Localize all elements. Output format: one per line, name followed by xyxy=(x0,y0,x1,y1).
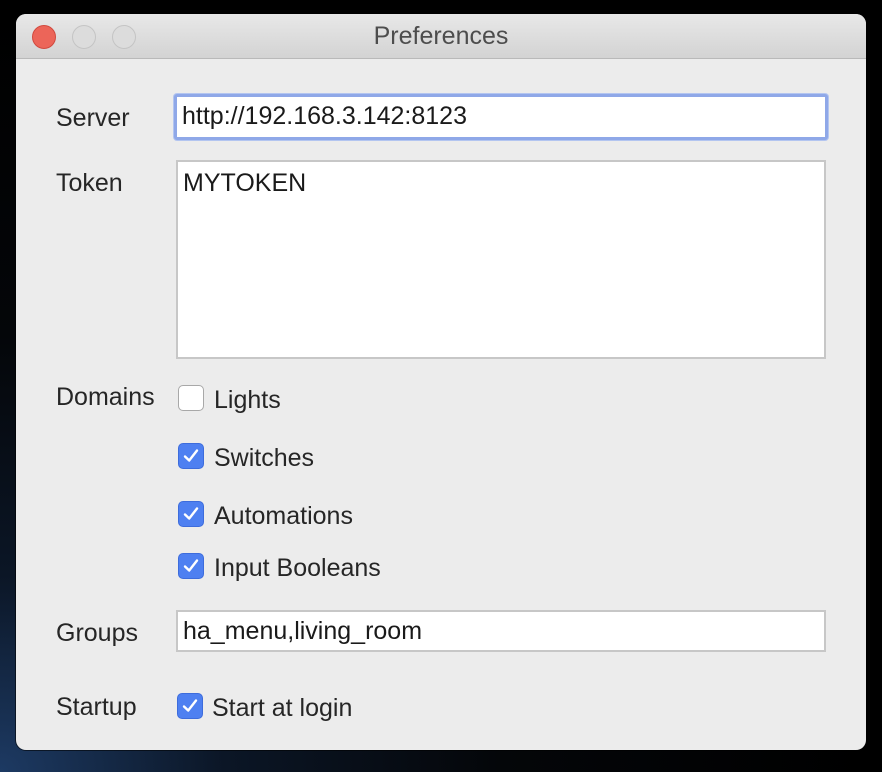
checkmark-icon xyxy=(182,699,198,712)
server-input-value: http://192.168.3.142:8123 xyxy=(182,102,467,130)
start-at-login-checkbox-label[interactable]: Start at login xyxy=(212,694,352,723)
switches-checkbox-label[interactable]: Switches xyxy=(214,444,314,473)
token-textarea[interactable]: MYTOKEN xyxy=(176,160,826,359)
window-title: Preferences xyxy=(373,22,509,50)
domains-label: Domains xyxy=(56,383,155,411)
server-input[interactable]: http://192.168.3.142:8123 xyxy=(174,94,828,140)
token-textarea-value: MYTOKEN xyxy=(183,169,307,197)
automations-checkbox-label[interactable]: Automations xyxy=(214,502,353,531)
start-at-login-checkbox[interactable] xyxy=(177,693,203,719)
preferences-window: Preferences Server http://192.168.3.142:… xyxy=(16,14,866,750)
groups-input-value: ha_menu,living_room xyxy=(183,617,423,645)
input-booleans-checkbox-label[interactable]: Input Booleans xyxy=(214,554,381,583)
automations-checkbox[interactable] xyxy=(178,501,204,527)
switches-checkbox[interactable] xyxy=(178,443,204,469)
lights-checkbox-label[interactable]: Lights xyxy=(214,386,281,415)
groups-input[interactable]: ha_menu,living_room xyxy=(176,610,826,652)
token-label: Token xyxy=(56,169,123,197)
lights-checkbox[interactable] xyxy=(178,385,204,411)
input-booleans-checkbox[interactable] xyxy=(178,553,204,579)
checkmark-icon xyxy=(183,449,199,462)
startup-label: Startup xyxy=(56,693,137,721)
title-bar[interactable]: Preferences xyxy=(16,14,866,59)
server-label: Server xyxy=(56,104,130,132)
checkmark-icon xyxy=(183,507,199,520)
groups-label: Groups xyxy=(56,619,138,647)
checkmark-icon xyxy=(183,559,199,572)
